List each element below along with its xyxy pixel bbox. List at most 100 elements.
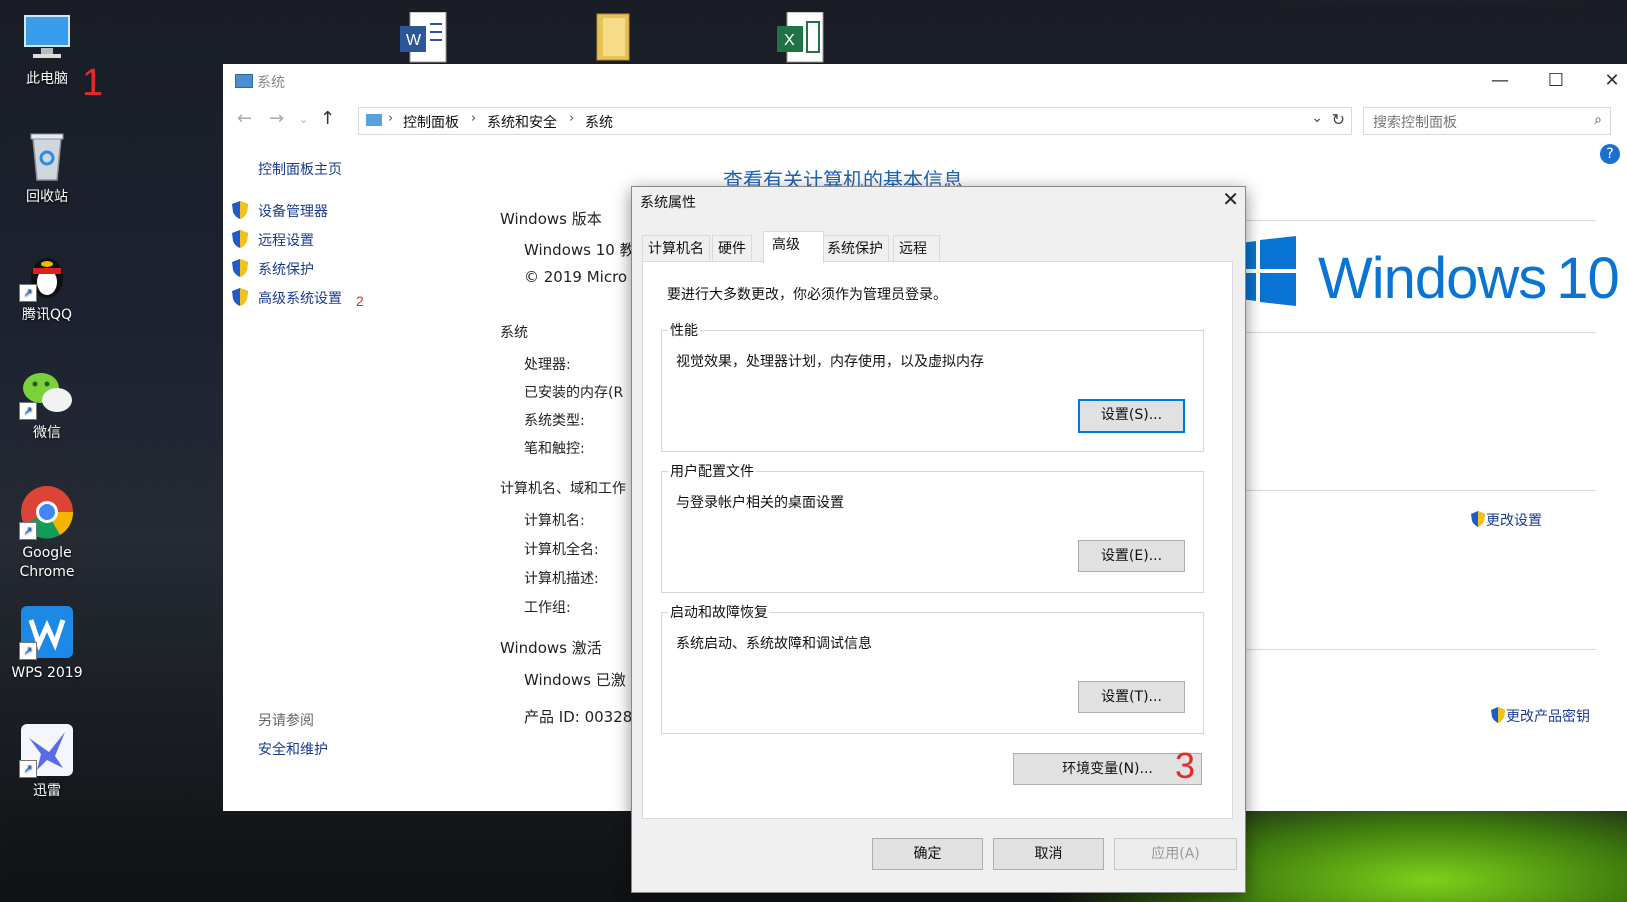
computer-section-heading: 计算机名、域和工作 <box>500 481 626 497</box>
tab-hardware[interactable]: 硬件 <box>712 235 752 262</box>
shield-icon <box>231 258 249 278</box>
back-arrow-icon[interactable]: ← <box>237 108 252 129</box>
excel-file-icon[interactable]: X <box>777 11 825 68</box>
desktop-icon-label: 微信 <box>33 425 61 441</box>
user-profiles-settings-button[interactable]: 设置(E)... <box>1078 540 1185 572</box>
tab-remote[interactable]: 远程 <box>893 235 940 262</box>
shield-icon <box>231 200 249 220</box>
performance-settings-button[interactable]: 设置(S)... <box>1078 399 1185 433</box>
group-title: 启动和故障恢复 <box>668 602 770 622</box>
recent-chevron-icon[interactable]: ⌄ <box>299 113 308 126</box>
shield-icon <box>1491 707 1505 723</box>
breadcrumb-item[interactable]: 系统 <box>585 112 613 132</box>
desktop-icon-qq[interactable]: ↗ 腾讯QQ <box>5 246 89 325</box>
cancel-button[interactable]: 取消 <box>993 838 1104 870</box>
divider <box>1223 490 1596 491</box>
apply-button[interactable]: 应用(A) <box>1114 838 1237 870</box>
system-properties-dialog: 系统属性 ✕ 计算机名 硬件 高级 系统保护 远程 要进行大多数更改，你必须作为… <box>631 186 1246 893</box>
shortcut-arrow-icon: ↗ <box>19 284 37 302</box>
search-icon[interactable]: ⌕ <box>1594 112 1602 128</box>
desktop-icon-recycle-bin[interactable]: 回收站 <box>5 128 89 207</box>
maximize-button[interactable]: ☐ <box>1528 64 1584 100</box>
performance-group: 性能 视觉效果，处理器计划，内存使用，以及虚拟内存 设置(S)... <box>661 320 1204 452</box>
dialog-title: 系统属性 <box>640 195 696 211</box>
qq-penguin-icon: ↗ <box>19 246 75 302</box>
breadcrumb-item[interactable]: 系统和安全 <box>487 112 557 132</box>
word-file-icon[interactable]: W <box>400 11 448 68</box>
group-title: 性能 <box>668 320 700 340</box>
breadcrumb[interactable]: › 控制面板 › 系统和安全 › 系统 ⌄ ↻ <box>358 107 1352 135</box>
tab-computer-name[interactable]: 计算机名 <box>642 235 710 262</box>
desktop-icon-this-pc[interactable]: 此电脑 <box>5 10 89 89</box>
system-window-icon <box>235 74 253 88</box>
group-description: 与登录帐户相关的桌面设置 <box>676 495 844 511</box>
sidebar-home-link[interactable]: 控制面板主页 <box>258 159 342 179</box>
see-also-heading: 另请参阅 <box>258 713 314 729</box>
system-row-label: 已安装的内存(R <box>524 385 624 401</box>
desktop-icon-label: Google Chrome <box>19 545 75 580</box>
desktop-icon-wechat[interactable]: ↗ 微信 <box>5 364 89 443</box>
computer-row-label: 工作组: <box>524 600 571 616</box>
dialog-close-button[interactable]: ✕ <box>1222 187 1239 211</box>
group-title: 用户配置文件 <box>668 461 756 481</box>
chevron-right-icon: › <box>388 111 394 126</box>
system-row-label: 笔和触控: <box>524 441 585 457</box>
wps-icon: ↗ <box>19 604 75 660</box>
desktop-icon-label: 回收站 <box>26 189 68 205</box>
ok-button[interactable]: 确定 <box>872 838 983 870</box>
desktop-icon-label: 此电脑 <box>26 71 68 87</box>
close-button[interactable]: ✕ <box>1584 64 1627 100</box>
windows-logo-version: 10 <box>1556 246 1620 311</box>
sidebar-link-remote-settings[interactable]: 远程设置 <box>258 230 314 250</box>
see-also-link-security[interactable]: 安全和维护 <box>258 739 328 759</box>
desktop-icon-label: 迅雷 <box>33 783 61 799</box>
group-description: 视觉效果，处理器计划，内存使用，以及虚拟内存 <box>676 354 984 370</box>
activation-status: Windows 已激 <box>524 671 626 689</box>
shortcut-arrow-icon: ↗ <box>19 760 37 778</box>
startup-recovery-settings-button[interactable]: 设置(T)... <box>1078 681 1185 713</box>
refresh-icon[interactable]: ↻ <box>1332 110 1345 129</box>
desktop-icon-label: WPS 2019 <box>11 665 83 681</box>
help-icon[interactable]: ? <box>1600 144 1620 164</box>
shield-icon <box>1471 511 1485 527</box>
sidebar-link-system-protection[interactable]: 系统保护 <box>258 259 314 279</box>
chrome-icon: ↗ <box>19 484 75 540</box>
change-settings-link[interactable]: 更改设置 <box>1470 510 1542 530</box>
window-title: 系统 <box>257 75 285 91</box>
search-input[interactable]: 搜索控制面板 ⌕ <box>1363 107 1611 135</box>
desktop-icon-chrome[interactable]: ↗ Google Chrome <box>5 484 89 582</box>
desktop-icon-xunlei[interactable]: ↗ 迅雷 <box>5 722 89 801</box>
user-profiles-group: 用户配置文件 与登录帐户相关的桌面设置 设置(E)... <box>661 461 1204 593</box>
svg-text:W: W <box>406 32 422 49</box>
windows-logo-text: Windows <box>1318 246 1547 311</box>
change-product-key-link[interactable]: 更改产品密钥 <box>1490 706 1590 726</box>
chevron-down-icon[interactable]: ⌄ <box>1311 110 1323 126</box>
step-marker-2: 2 <box>356 293 364 309</box>
computer-row-label: 计算机全名: <box>524 542 599 558</box>
windows-edition-heading: Windows 版本 <box>500 210 602 228</box>
shield-icon <box>231 229 249 249</box>
group-description: 系统启动、系统故障和调试信息 <box>676 636 872 652</box>
sidebar-link-advanced-system-settings[interactable]: 高级系统设置 <box>258 288 342 308</box>
environment-variables-button[interactable]: 环境变量(N)... <box>1013 753 1202 785</box>
recycle-bin-icon <box>19 128 75 184</box>
tab-system-protection[interactable]: 系统保护 <box>821 235 889 262</box>
step-marker-1: 1 <box>82 62 104 104</box>
step-marker-3: 3 <box>1175 745 1196 786</box>
up-arrow-icon[interactable]: ↑ <box>320 108 335 129</box>
folder-icon[interactable] <box>593 12 639 68</box>
tab-advanced[interactable]: 高级 <box>763 231 824 263</box>
system-row-label: 系统类型: <box>524 413 585 429</box>
forward-arrow-icon[interactable]: → <box>269 108 284 129</box>
window-titlebar: 系统 — ☐ ✕ <box>223 64 1627 100</box>
windows-logo: Windows 10 <box>1226 236 1620 312</box>
minimize-button[interactable]: — <box>1472 64 1528 100</box>
wechat-icon: ↗ <box>19 364 75 420</box>
divider <box>1223 332 1596 333</box>
control-panel-icon <box>366 114 382 126</box>
activation-section-heading: Windows 激活 <box>500 639 602 657</box>
desktop-icon-wps[interactable]: ↗ WPS 2019 <box>5 604 89 683</box>
breadcrumb-item[interactable]: 控制面板 <box>403 112 459 132</box>
admin-note: 要进行大多数更改，你必须作为管理员登录。 <box>667 287 947 303</box>
sidebar-link-device-manager[interactable]: 设备管理器 <box>258 201 328 221</box>
